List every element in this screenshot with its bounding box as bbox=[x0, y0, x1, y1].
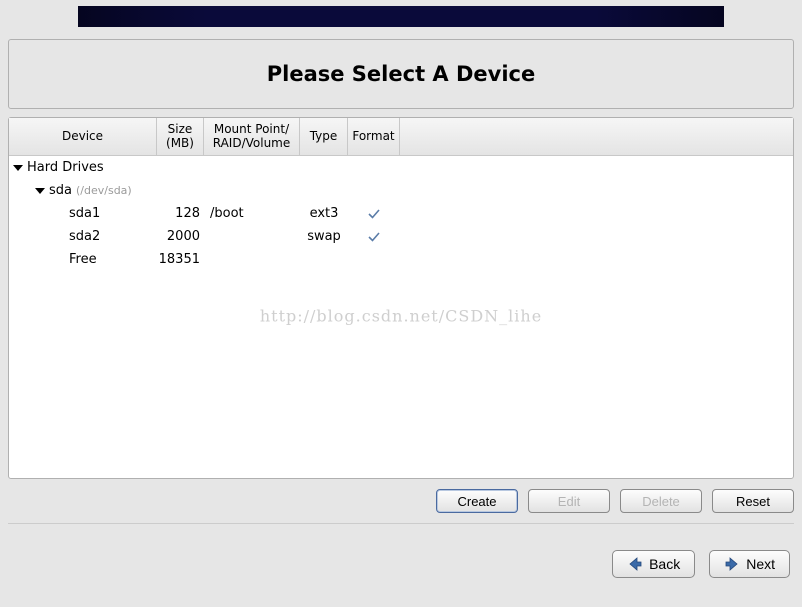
tree-disk[interactable]: sda (/dev/sda) bbox=[9, 179, 793, 202]
banner-bar bbox=[78, 6, 724, 27]
root-label: Hard Drives bbox=[27, 160, 104, 175]
device-table: Device Size (MB) Mount Point/ RAID/Volum… bbox=[8, 117, 794, 479]
nav-row: Back Next bbox=[0, 524, 802, 590]
col-size[interactable]: Size (MB) bbox=[157, 118, 204, 155]
col-device[interactable]: Device bbox=[9, 118, 157, 155]
col-mount[interactable]: Mount Point/ RAID/Volume bbox=[204, 118, 300, 155]
part-type: ext3 bbox=[300, 206, 348, 221]
table-row[interactable]: sda2 2000 swap bbox=[9, 225, 793, 248]
expand-icon[interactable] bbox=[13, 165, 23, 171]
part-size: 2000 bbox=[157, 229, 204, 244]
part-mount: /boot bbox=[204, 206, 300, 221]
create-button[interactable]: Create bbox=[436, 489, 518, 513]
next-button[interactable]: Next bbox=[709, 550, 790, 578]
check-icon bbox=[366, 229, 382, 245]
part-type: swap bbox=[300, 229, 348, 244]
disk-path: (/dev/sda) bbox=[76, 184, 132, 197]
col-type[interactable]: Type bbox=[300, 118, 348, 155]
part-format bbox=[348, 229, 400, 245]
delete-button[interactable]: Delete bbox=[620, 489, 702, 513]
action-row: Create Edit Delete Reset bbox=[0, 479, 802, 523]
title-row: Please Select A Device bbox=[9, 40, 793, 108]
main-panel: Please Select A Device bbox=[8, 39, 794, 109]
disk-label: sda bbox=[49, 183, 72, 198]
table-body: Hard Drives sda (/dev/sda) sda1 128 /boo… bbox=[9, 156, 793, 478]
part-name: Free bbox=[69, 252, 97, 267]
table-row[interactable]: Free 18351 bbox=[9, 248, 793, 271]
table-row[interactable]: sda1 128 /boot ext3 bbox=[9, 202, 793, 225]
table-header: Device Size (MB) Mount Point/ RAID/Volum… bbox=[9, 118, 793, 156]
check-icon bbox=[366, 206, 382, 222]
reset-button[interactable]: Reset bbox=[712, 489, 794, 513]
part-size: 128 bbox=[157, 206, 204, 221]
arrow-right-icon bbox=[724, 556, 740, 572]
back-button[interactable]: Back bbox=[612, 550, 695, 578]
arrow-left-icon bbox=[627, 556, 643, 572]
part-name: sda2 bbox=[69, 229, 100, 244]
expand-icon[interactable] bbox=[35, 188, 45, 194]
part-format bbox=[348, 206, 400, 222]
edit-button[interactable]: Edit bbox=[528, 489, 610, 513]
part-name: sda1 bbox=[69, 206, 100, 221]
tree-root[interactable]: Hard Drives bbox=[9, 156, 793, 179]
watermark-text: http://blog.csdn.net/CSDN_lihe bbox=[260, 306, 542, 325]
col-format[interactable]: Format bbox=[348, 118, 400, 155]
back-label: Back bbox=[649, 556, 680, 572]
next-label: Next bbox=[746, 556, 775, 572]
part-size: 18351 bbox=[157, 252, 204, 267]
page-title: Please Select A Device bbox=[9, 62, 793, 86]
